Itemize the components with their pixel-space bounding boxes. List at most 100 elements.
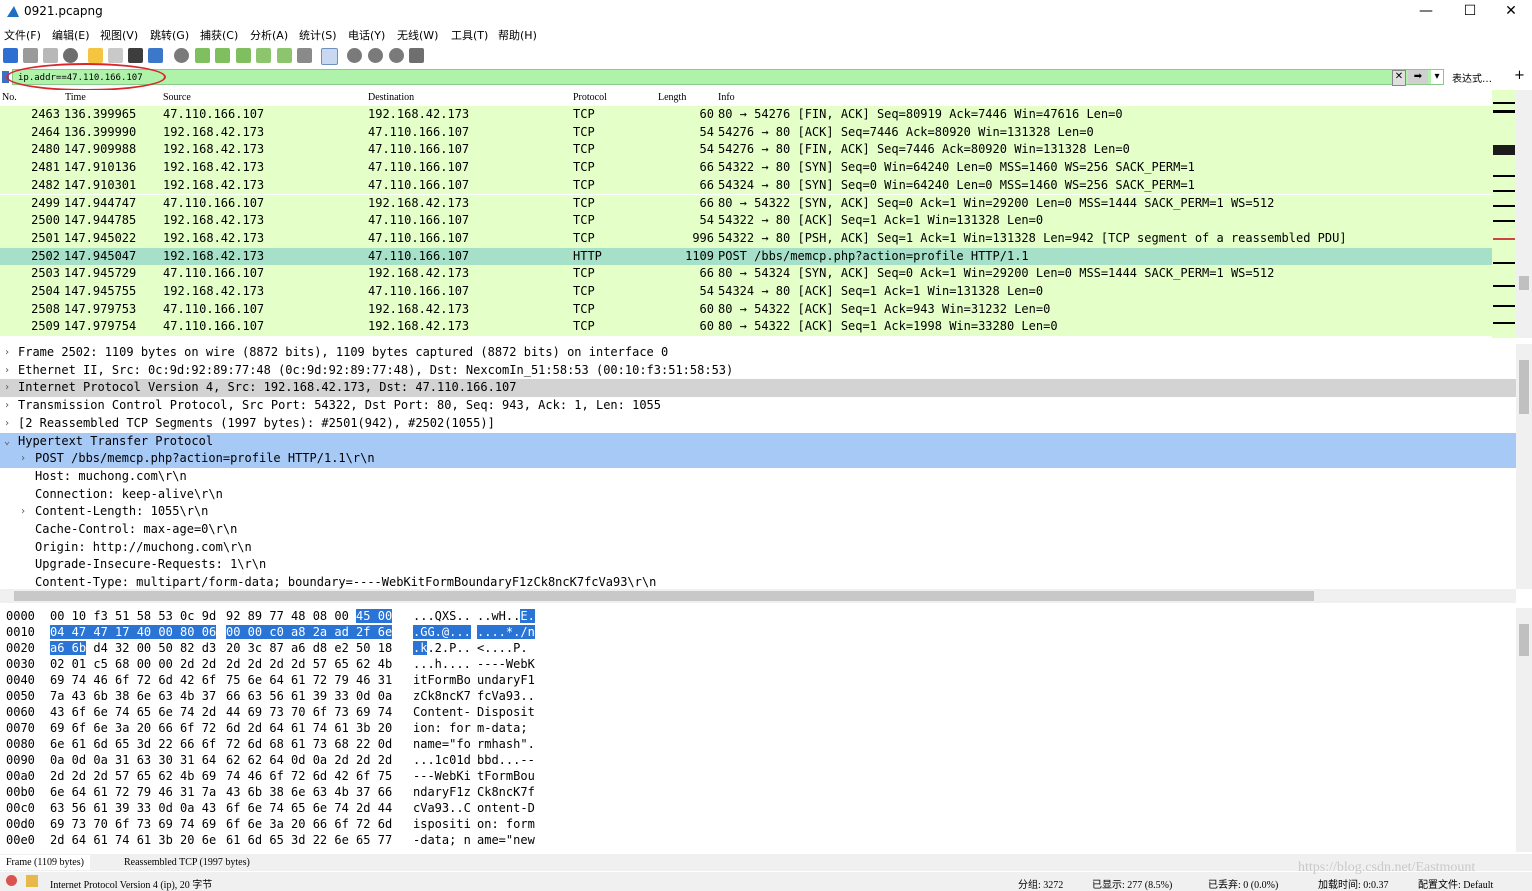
hex-row[interactable]: 00c0 63 56 61 39 33 0d 0a 43 6f 6e 74 65 6… — [0, 800, 1516, 816]
add-filter-button[interactable]: + — [1514, 68, 1525, 83]
packet-row[interactable]: 2508 147.979753 47.110.166.107 192.168.42.1… — [0, 300, 1492, 319]
col-protocol-header[interactable]: Protocol — [573, 92, 607, 103]
hex-row[interactable]: 00d0 69 73 70 6f 73 69 74 69 6f 6e 3a 20 6… — [0, 816, 1516, 832]
collapsed-arrow-icon[interactable]: › — [4, 362, 10, 380]
packet-row[interactable]: 2481 147.910136 192.168.42.173 47.110.166.1… — [0, 159, 1492, 177]
details-hscroll-thumb[interactable] — [14, 591, 1314, 601]
hex-row[interactable]: 00a0 2d 2d 2d 57 65 62 4b 69 74 46 6f 72 6… — [0, 768, 1516, 784]
packet-minimap[interactable] — [1492, 90, 1516, 338]
minimize-button[interactable]: — — [1403, 0, 1449, 24]
packet-row[interactable]: 2500 147.944785 192.168.42.173 47.110.166.1… — [0, 212, 1492, 230]
expert-info-icon[interactable] — [6, 875, 17, 886]
col-no-header[interactable]: No. — [2, 92, 17, 103]
details-tree-item[interactable]: Origin: http://muchong.com\r\n — [0, 539, 1516, 557]
hex-row[interactable]: 0070 69 6f 6e 3a 20 66 6f 72 6d 2d 64 61 7… — [0, 720, 1516, 736]
hex-row[interactable]: 0060 43 6f 6e 74 65 6e 74 2d 44 69 73 70 6… — [0, 704, 1516, 720]
packet-list-scrollbar[interactable] — [1516, 90, 1532, 338]
recent-filters-dropdown-icon[interactable]: ▾ — [1431, 70, 1443, 84]
details-tree-item[interactable]: › Internet Protocol Version 4, Src: 192.1… — [0, 379, 1516, 398]
details-tree-item[interactable]: ⌄ Hypertext Transfer Protocol — [0, 432, 1516, 451]
normal-size-icon[interactable] — [389, 48, 404, 63]
menu-wireless[interactable]: 无线(W) — [397, 27, 438, 43]
packet-row[interactable]: 2504 147.945755 192.168.42.173 47.110.166.1… — [0, 283, 1492, 301]
status-profile[interactable]: 配置文件: Default — [1418, 876, 1493, 891]
first-packet-icon[interactable] — [256, 48, 271, 63]
details-tree-item[interactable]: › Frame 2502: 1109 bytes on wire (8872 bi… — [0, 344, 1516, 362]
details-tree-item[interactable]: › Ethernet II, Src: 0c:9d:92:89:77:48 (0c… — [0, 362, 1516, 380]
menu-tools[interactable]: 工具(T) — [451, 27, 488, 43]
col-time-header[interactable]: Time — [65, 92, 86, 103]
edit-comment-icon[interactable] — [26, 875, 38, 887]
bookmark-icon[interactable] — [2, 71, 9, 83]
details-tree-item[interactable]: Cache-Control: max-age=0\r\n — [0, 521, 1516, 539]
go-back-icon[interactable] — [195, 48, 210, 63]
tab-reassembled-tcp[interactable]: Reassembled TCP (1997 bytes) — [118, 855, 256, 870]
apply-filter-icon[interactable]: ➡ — [1408, 70, 1428, 84]
tab-frame-bytes[interactable]: Frame (1109 bytes) — [0, 855, 90, 870]
autoscroll-icon[interactable] — [297, 48, 312, 63]
reload-file-icon[interactable] — [148, 48, 163, 63]
resize-columns-icon[interactable] — [409, 48, 424, 63]
hex-row[interactable]: 0000 00 10 f3 51 58 53 0c 9d 92 89 77 48 0… — [0, 608, 1516, 624]
menu-go[interactable]: 跳转(G) — [150, 27, 189, 43]
save-file-icon[interactable] — [108, 48, 123, 63]
collapsed-arrow-icon[interactable]: › — [4, 344, 10, 362]
packet-row[interactable]: 2480 147.909988 192.168.42.173 47.110.166.1… — [0, 141, 1492, 160]
hex-row[interactable]: 0050 7a 43 6b 38 6e 63 4b 37 66 63 56 61 3… — [0, 688, 1516, 704]
expanded-arrow-icon[interactable]: ⌄ — [4, 433, 10, 451]
hex-row[interactable]: 00e0 2d 64 61 74 61 3b 20 6e 61 6d 65 3d 2… — [0, 832, 1516, 848]
col-length-header[interactable]: Length — [658, 92, 686, 103]
hex-row[interactable]: 0090 0a 0d 0a 31 63 30 31 64 62 62 64 0d 0… — [0, 752, 1516, 768]
close-button[interactable]: ✕ — [1488, 0, 1532, 24]
start-capture-icon[interactable] — [3, 48, 18, 63]
menu-file[interactable]: 文件(F) — [4, 27, 41, 43]
col-destination-header[interactable]: Destination — [368, 92, 414, 103]
col-source-header[interactable]: Source — [163, 92, 191, 103]
hex-row[interactable]: 0030 02 01 c5 68 00 00 2d 2d 2d 2d 2d 2d 5… — [0, 656, 1516, 672]
collapsed-arrow-icon[interactable]: › — [4, 397, 10, 415]
packet-list-scroll-thumb[interactable] — [1519, 276, 1529, 290]
maximize-button[interactable]: ☐ — [1447, 0, 1493, 24]
packet-row[interactable]: 2509 147.979754 47.110.166.107 192.168.42.1… — [0, 318, 1492, 337]
hex-row[interactable]: 0080 6e 61 6d 65 3d 22 66 6f 72 6d 68 61 7… — [0, 736, 1516, 752]
colorize-icon[interactable] — [321, 48, 338, 65]
packet-row[interactable]: 2482 147.910301 192.168.42.173 47.110.166.1… — [0, 176, 1492, 195]
capture-options-icon[interactable] — [63, 48, 78, 63]
menu-statistics[interactable]: 统计(S) — [299, 27, 337, 43]
details-horizontal-scrollbar[interactable] — [0, 589, 1516, 603]
hex-row[interactable]: 0020 a6 6b d4 32 00 50 82 d3 20 3c 87 a6 d… — [0, 640, 1516, 656]
last-packet-icon[interactable] — [277, 48, 292, 63]
close-file-icon[interactable] — [128, 48, 143, 63]
expression-button[interactable]: 表达式… — [1452, 70, 1492, 85]
bytes-scroll-thumb[interactable] — [1519, 624, 1529, 656]
col-info-header[interactable]: Info — [718, 92, 735, 103]
packet-row[interactable]: 2464 136.399990 192.168.42.173 47.110.166.1… — [0, 123, 1492, 142]
menu-capture[interactable]: 捕获(C) — [200, 27, 238, 43]
menu-telephony[interactable]: 电话(Y) — [348, 27, 385, 43]
collapsed-arrow-icon[interactable]: › — [4, 415, 10, 433]
collapsed-arrow-icon[interactable]: › — [20, 503, 26, 521]
bytes-scrollbar[interactable] — [1516, 608, 1532, 852]
collapsed-arrow-icon[interactable]: › — [20, 450, 26, 468]
details-tree-item[interactable]: Host: muchong.com\r\n — [0, 468, 1516, 486]
zoom-in-icon[interactable] — [347, 48, 362, 63]
details-scroll-thumb[interactable] — [1519, 360, 1529, 414]
hex-row[interactable]: 0040 69 74 46 6f 72 6d 42 6f 75 6e 64 61 7… — [0, 672, 1516, 688]
details-tree-item[interactable]: Connection: keep-alive\r\n — [0, 486, 1516, 504]
find-packet-icon[interactable] — [174, 48, 189, 63]
menu-analyze[interactable]: 分析(A) — [250, 27, 288, 43]
collapsed-arrow-icon[interactable]: › — [4, 379, 10, 397]
hex-row[interactable]: 00b0 6e 64 61 72 79 46 31 7a 43 6b 38 6e 6… — [0, 784, 1516, 800]
restart-capture-icon[interactable] — [43, 48, 58, 63]
hex-row[interactable]: 0010 04 47 47 17 40 00 80 06 00 00 c0 a8 2… — [0, 624, 1516, 640]
display-filter-input[interactable]: ip.addr==47.110.166.107 — [12, 69, 1444, 85]
details-tree-item[interactable]: › Content-Length: 1055\r\n — [0, 503, 1516, 521]
menu-edit[interactable]: 编辑(E) — [52, 27, 90, 43]
packet-row[interactable]: 2503 147.945729 47.110.166.107 192.168.42.1… — [0, 265, 1492, 283]
packet-row[interactable]: 2463 136.399965 47.110.166.107 192.168.42.1… — [0, 106, 1492, 124]
details-tree-item[interactable]: › Transmission Control Protocol, Src Port… — [0, 397, 1516, 415]
menu-help[interactable]: 帮助(H) — [498, 27, 537, 43]
details-tree-item[interactable]: Upgrade-Insecure-Requests: 1\r\n — [0, 556, 1516, 574]
packet-row[interactable]: 2501 147.945022 192.168.42.173 47.110.166.1… — [0, 229, 1492, 248]
details-tree-item[interactable]: › POST /bbs/memcp.php?action=profile HTTP… — [0, 450, 1516, 468]
